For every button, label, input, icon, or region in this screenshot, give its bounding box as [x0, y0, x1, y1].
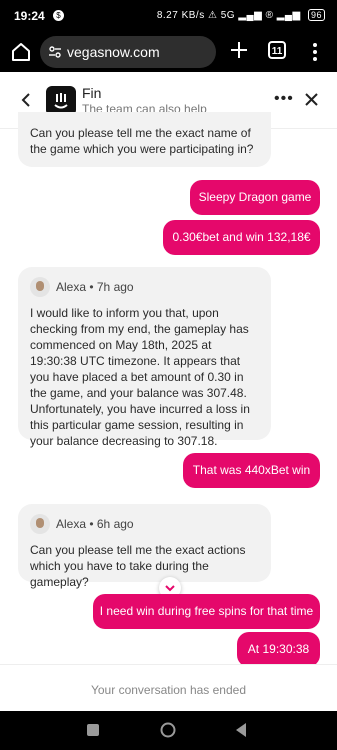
message-text: That was 440xBet win [192, 463, 311, 477]
agent-message: Alexa • 6h ago Can you please tell me th… [18, 504, 271, 589]
close-icon[interactable] [305, 93, 318, 106]
ended-text: Your conversation has ended [90, 683, 246, 697]
message-author: Alexa • 6h ago [30, 514, 259, 534]
author-name-time: Alexa • 6h ago [56, 517, 134, 531]
user-message: I need win during free spins for that ti… [93, 594, 320, 629]
system-nav-bar [0, 711, 337, 750]
chat-options-icon[interactable]: ••• [274, 90, 294, 108]
back-arrow-icon[interactable] [20, 92, 32, 108]
network-speed: 8.27 KB/s [156, 10, 205, 21]
message-text: I need win during free spins for that ti… [99, 604, 314, 618]
agent-message: Alexa • 7h ago I would like to inform yo… [18, 267, 271, 448]
network-type: 5G [220, 10, 236, 21]
user-message: Sleepy Dragon game [190, 180, 320, 215]
user-message: At 19:30:38 [237, 632, 320, 667]
message-text: At 19:30:38 [247, 642, 310, 656]
battery-indicator: 96 [307, 9, 325, 21]
home-icon[interactable] [10, 41, 32, 63]
avatar [30, 277, 50, 297]
author-name-time: Alexa • 7h ago [56, 280, 134, 294]
message-author: Alexa • 7h ago [30, 277, 259, 297]
conversation-ended-notice: Your conversation has ended [0, 664, 337, 712]
message-text: Can you please tell me the exact name of… [30, 126, 254, 156]
site-settings-icon[interactable] [48, 45, 62, 59]
address-bar[interactable]: vegasnow.com [40, 36, 216, 68]
url-text[interactable]: vegasnow.com [67, 44, 160, 60]
agent-message: Can you please tell me the exact name of… [18, 112, 271, 167]
message-text: 0.30€bet and win 132,18€ [172, 230, 311, 244]
message-text: I would like to inform you that, upon ch… [30, 306, 250, 448]
status-time: 19:24 [14, 9, 45, 23]
user-message: That was 440xBet win [183, 453, 320, 488]
avatar [30, 514, 50, 534]
home-button-icon[interactable] [160, 722, 176, 738]
message-text: Sleepy Dragon game [198, 190, 312, 204]
recents-icon[interactable] [86, 723, 100, 737]
message-text: Can you please tell me the exact actions… [30, 543, 246, 589]
back-button-icon[interactable] [234, 722, 248, 738]
more-menu-icon[interactable] [312, 41, 318, 63]
browser-toolbar: vegasnow.com 11 [0, 32, 337, 72]
tab-switcher-button[interactable]: 11 [268, 41, 286, 59]
status-bar: 19:24 $ 8.27 KB/s ⚠ 5G ▂▄▆ ® ▂▄▆ 96 [0, 0, 337, 32]
user-message: 0.30€bet and win 132,18€ [163, 220, 320, 255]
status-icons: 8.27 KB/s ⚠ 5G ▂▄▆ ® ▂▄▆ 96 [157, 9, 325, 21]
new-tab-icon[interactable] [229, 40, 249, 60]
agent-name-title: Fin [82, 85, 102, 101]
notification-icon: $ [53, 10, 64, 21]
